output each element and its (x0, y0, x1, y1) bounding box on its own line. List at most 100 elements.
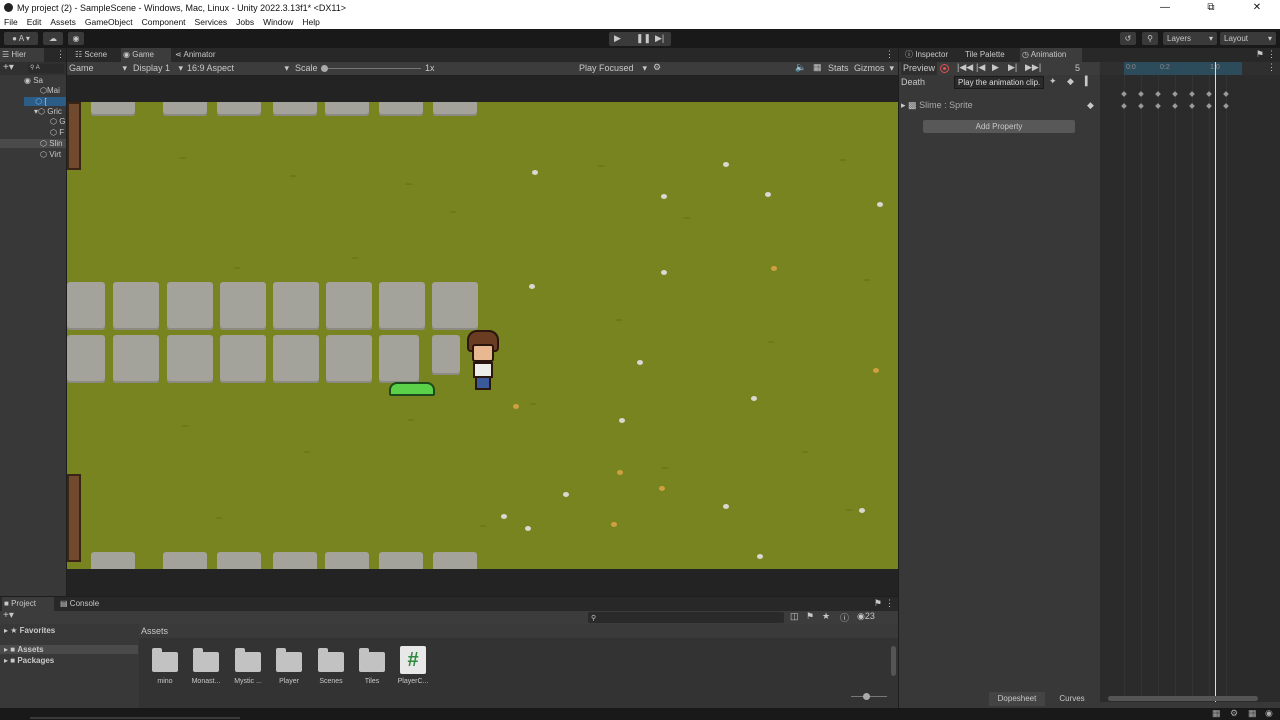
game-viewport[interactable] (67, 102, 898, 569)
menu-window[interactable]: Window (263, 17, 293, 27)
zoom-slider[interactable] (851, 693, 887, 700)
more-options-icon[interactable]: ⋮ (885, 49, 894, 60)
tab-hierarchy[interactable]: ☰ Hier (0, 48, 44, 62)
folder-icon[interactable] (152, 648, 178, 672)
debug-icon[interactable]: ⚙ (1230, 708, 1238, 719)
play-button[interactable]: ▶ (614, 33, 621, 44)
breadcrumb-assets[interactable]: Assets (141, 626, 168, 636)
cloud-button[interactable]: ☁ (43, 32, 63, 45)
dopesheet-tab[interactable]: Dopesheet (989, 692, 1045, 706)
history-button[interactable]: ↺ (1120, 32, 1136, 45)
gizmos-dropdown[interactable]: Gizmos ▾ (854, 63, 894, 73)
zoom-slider-thumb[interactable] (863, 693, 870, 700)
expand-icon[interactable]: ⋮ (1267, 62, 1276, 73)
grid-icon[interactable]: ▦ (813, 62, 822, 73)
layers-dropdown[interactable]: Layers ▾ (1163, 32, 1217, 45)
pause-button[interactable]: ❚❚ (636, 33, 651, 44)
list-item[interactable]: ⬡ G (50, 117, 65, 126)
play-focused-dropdown[interactable]: Play Focused ▾ (579, 63, 647, 73)
list-item[interactable]: ⬡ F (50, 128, 64, 137)
keyframe[interactable] (1223, 91, 1229, 97)
tab-tile-palette[interactable]: Tile Palette (963, 48, 1017, 62)
lock-icon[interactable]: ⚑ (874, 598, 882, 609)
next-keyframe-button[interactable]: ▶| (1008, 62, 1017, 73)
hierarchy-search-input[interactable]: ⚲ A (28, 64, 64, 73)
keyframe[interactable] (1138, 91, 1144, 97)
refresh-icon[interactable]: ◉ (1265, 708, 1273, 719)
tab-game[interactable]: ◉ Game (121, 48, 171, 62)
play-clip-button[interactable]: ▶ (992, 62, 999, 73)
last-keyframe-button[interactable]: ▶▶| (1025, 62, 1041, 73)
account-button[interactable]: ● A ▾ (4, 32, 38, 45)
keyframe[interactable] (1172, 91, 1178, 97)
timeline-scrollbar[interactable] (1108, 696, 1258, 701)
network-icon[interactable]: ▦ (1212, 708, 1221, 719)
frame-field[interactable]: 5 (1071, 62, 1097, 75)
menu-gameobject[interactable]: GameObject (85, 17, 133, 27)
prev-keyframe-button[interactable]: |◀ (976, 62, 985, 73)
add-icon[interactable]: +▾ (3, 610, 14, 621)
timeline[interactable]: 0:0 0:2 1:0 ⋮ (1100, 62, 1280, 702)
tab-inspector[interactable]: ⓘ Inspector (903, 48, 959, 62)
add-icon[interactable]: +▾ (3, 62, 14, 73)
list-item[interactable]: ⬡ [ (24, 97, 66, 106)
add-property-button[interactable]: Add Property (923, 120, 1075, 133)
filter-type-icon[interactable]: ◫ (790, 611, 799, 622)
tab-console[interactable]: ▤ Console (58, 597, 110, 611)
folder-icon[interactable] (318, 648, 344, 672)
favorite-icon[interactable]: ★ (822, 611, 830, 622)
add-event-icon[interactable]: ◆ (1067, 76, 1074, 87)
first-keyframe-button[interactable]: |◀◀ (957, 62, 973, 73)
clip-dropdown[interactable]: Death (901, 77, 925, 87)
folder-icon[interactable] (193, 648, 219, 672)
menu-services[interactable]: Services (195, 17, 228, 27)
timeline-ruler[interactable]: 0:0 0:2 1:0 ⋮ (1100, 62, 1280, 75)
close-button[interactable]: ✕ (1234, 0, 1280, 15)
preview-button[interactable]: Preview (901, 62, 937, 75)
slime-sprite[interactable] (389, 382, 435, 396)
keyframe[interactable] (1189, 103, 1195, 109)
folder-icon[interactable] (235, 648, 261, 672)
keyframe[interactable] (1172, 103, 1178, 109)
aspect-dropdown[interactable]: 16:9 Aspect ▾ (187, 63, 289, 73)
keyframe[interactable] (1155, 103, 1161, 109)
project-search-input[interactable]: ⚲ (588, 612, 784, 623)
keyframe[interactable] (1223, 103, 1229, 109)
more-options-icon[interactable]: ⋮ (56, 49, 65, 60)
list-item[interactable]: ▾⬡ Gric (34, 107, 62, 116)
maximize-button[interactable]: ⧉ (1188, 0, 1234, 15)
filter-label-icon[interactable]: ⚑ (806, 611, 814, 622)
list-item[interactable]: ◉ Sa (24, 76, 43, 85)
menu-file[interactable]: File (4, 17, 18, 27)
audio-icon[interactable]: 🔈 (795, 62, 806, 73)
script-icon[interactable]: # (400, 646, 426, 674)
property-row[interactable]: ▸ ▩ Slime : Sprite ◆ (901, 100, 1097, 111)
tab-animation[interactable]: ◷ Animation (1020, 48, 1082, 62)
menu-assets[interactable]: Assets (50, 17, 76, 27)
folder-icon[interactable] (359, 648, 385, 672)
assets-tree-item[interactable]: ▸ ■ Assets (0, 645, 138, 654)
scale-slider-thumb[interactable] (321, 65, 328, 72)
collab-button[interactable]: ◉ (68, 32, 84, 45)
keyframe[interactable] (1121, 91, 1127, 97)
favorites-item[interactable]: ▸ ★ Favorites (4, 626, 55, 635)
scale-slider[interactable] (321, 65, 421, 72)
player-sprite[interactable] (463, 330, 503, 394)
stats-button[interactable]: Stats (828, 63, 849, 73)
search-button[interactable]: ⚲ (1142, 32, 1158, 45)
list-item[interactable]: ⬡ Slin (0, 139, 66, 148)
settings-icon[interactable]: ▦ (1248, 708, 1257, 719)
game-mode-dropdown[interactable]: Game ▾ (69, 63, 127, 73)
minimize-button[interactable]: — (1142, 0, 1188, 15)
packages-tree-item[interactable]: ▸ ■ Packages (4, 656, 54, 665)
menu-edit[interactable]: Edit (27, 17, 42, 27)
display-dropdown[interactable]: Display 1 ▾ (133, 63, 183, 73)
list-item[interactable]: ⬡Mai (40, 86, 60, 95)
menu-component[interactable]: Component (142, 17, 186, 27)
browser-scrollbar[interactable] (891, 646, 896, 676)
tab-animator[interactable]: ⋖ Animator (173, 48, 233, 62)
record-button[interactable] (940, 64, 949, 73)
keyframe[interactable] (1206, 103, 1212, 109)
keyframe[interactable] (1189, 91, 1195, 97)
keyframe[interactable] (1121, 103, 1127, 109)
